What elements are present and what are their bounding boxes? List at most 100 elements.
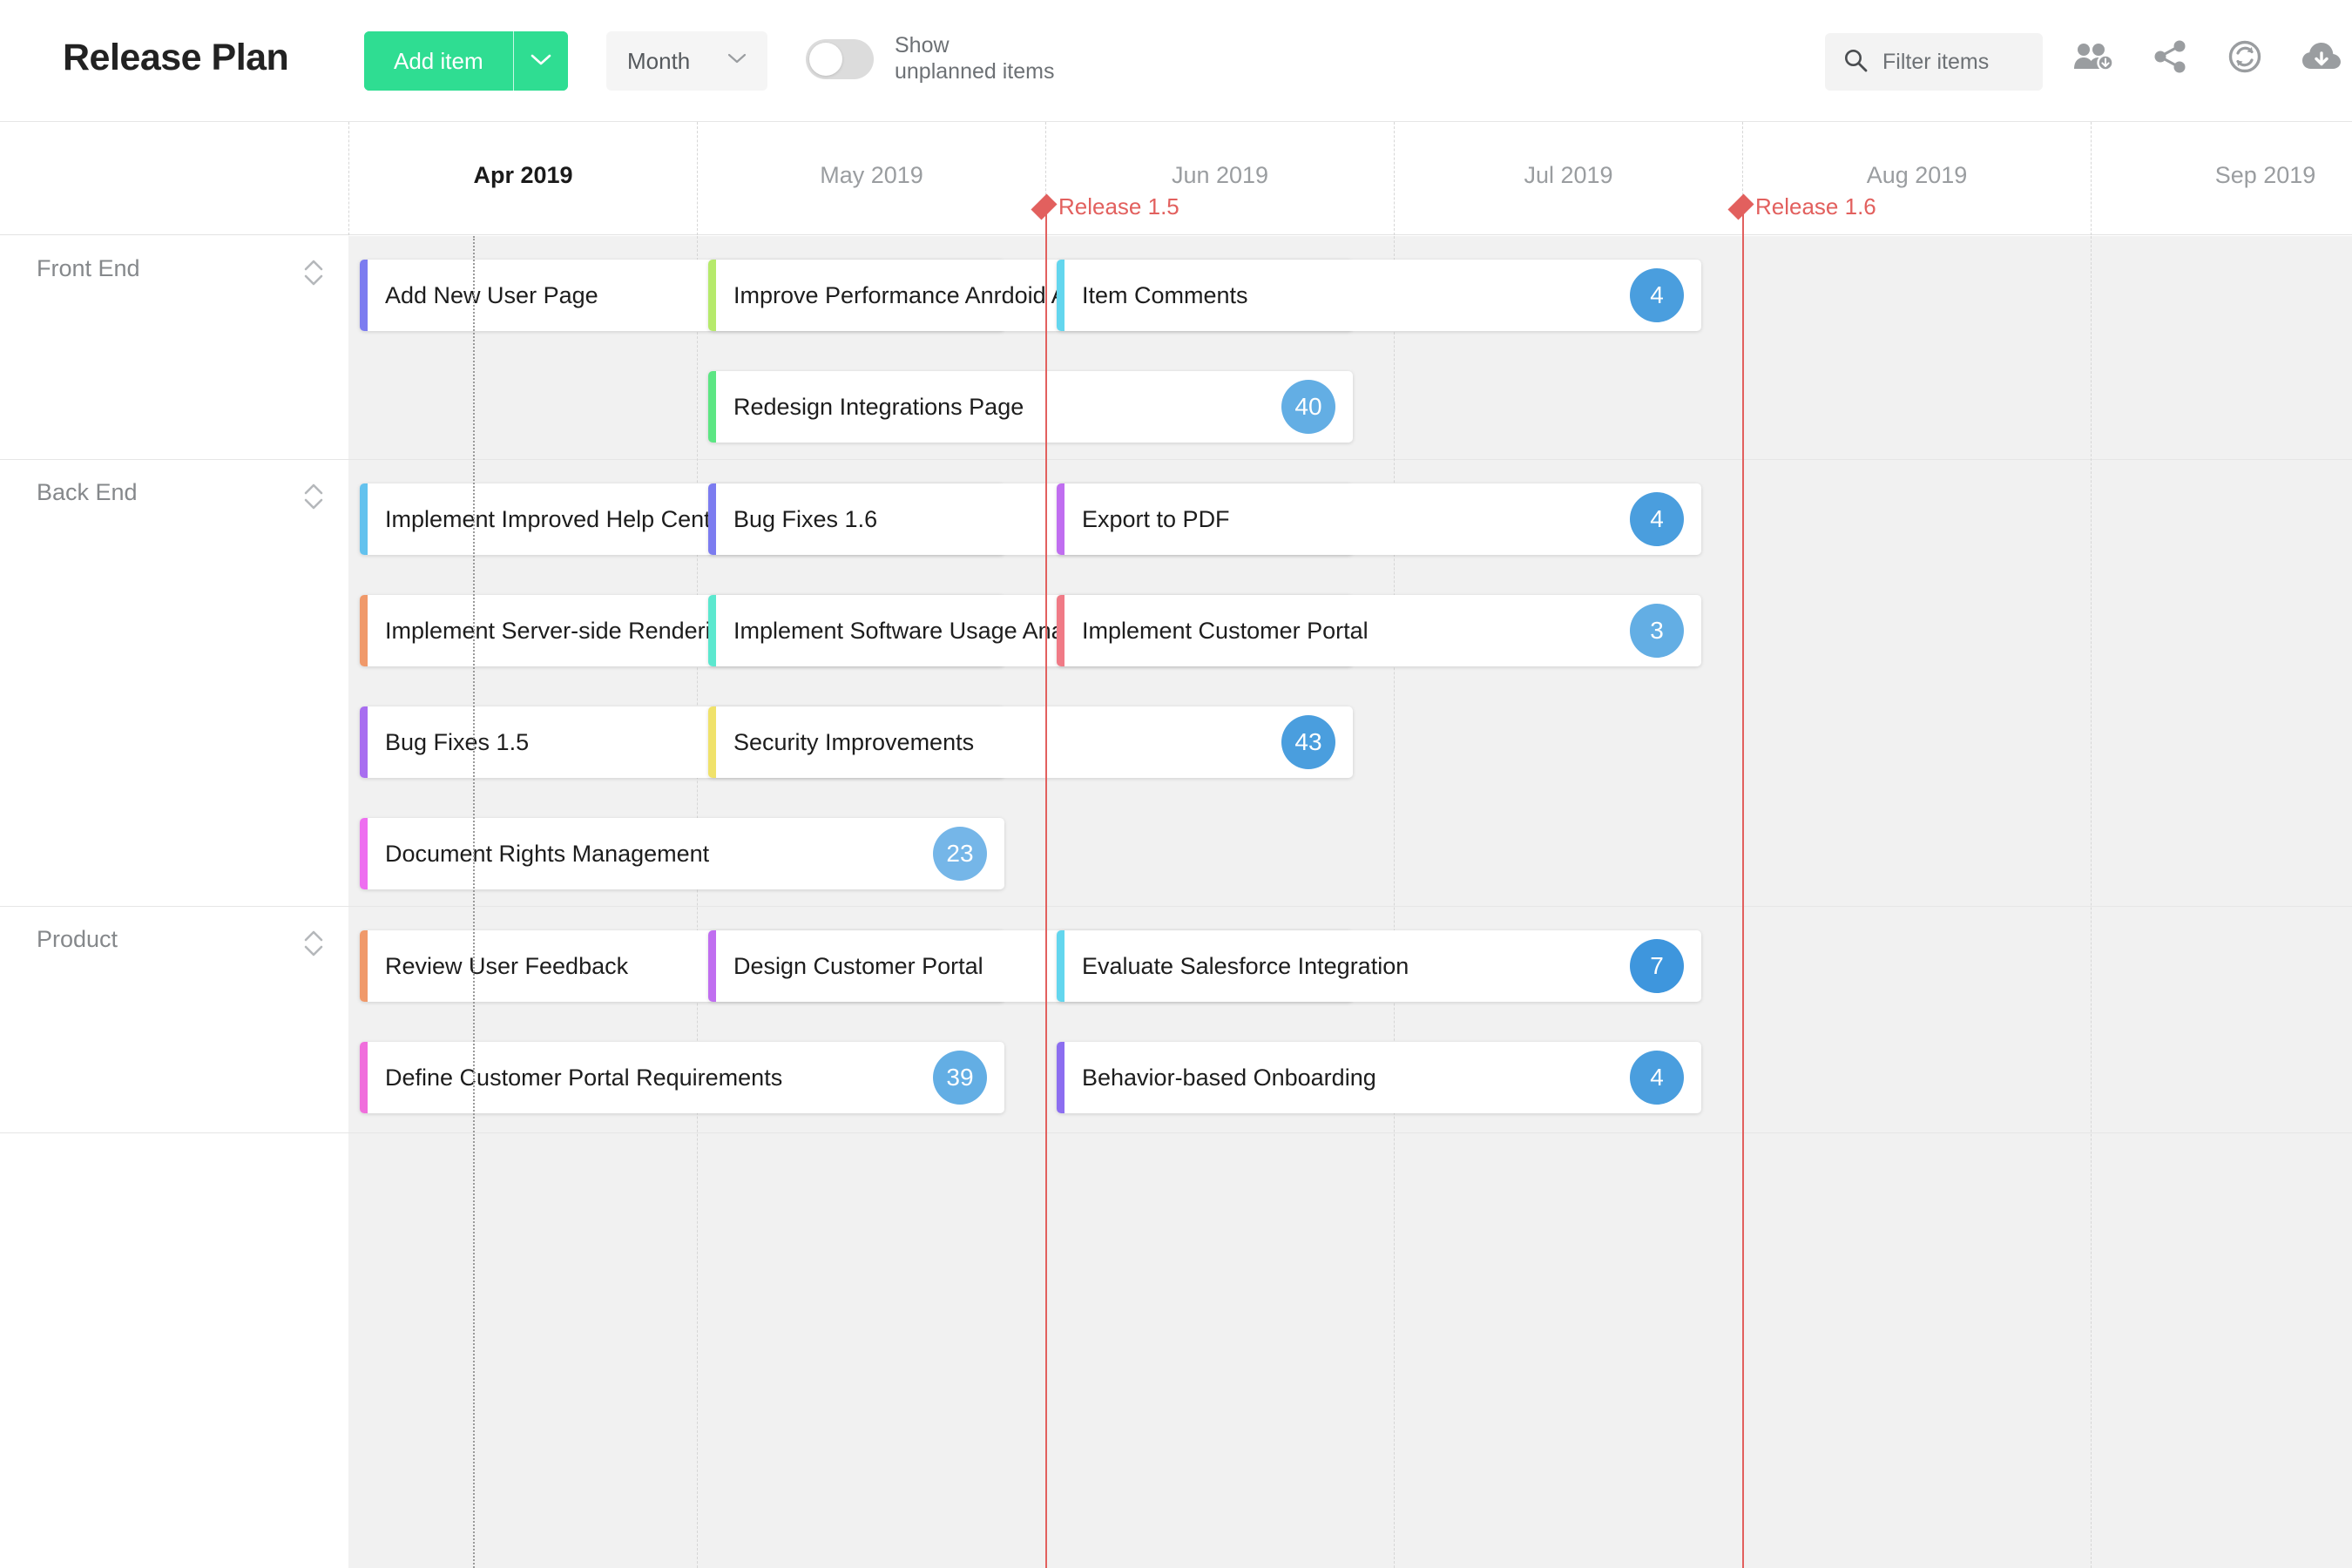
card-title: Improve Performance Anrdoid App [733,281,1093,308]
page-title: Release Plan [63,37,289,78]
release-marker[interactable]: Release 1.5 [1031,193,1179,220]
add-item-button-group: Add item [364,31,568,91]
timeline-month-header[interactable]: Jul 2019 [1394,122,1742,235]
timeline-card[interactable]: Define Customer Portal Requirements 39 [360,1042,1004,1113]
timeline-card[interactable]: Document Rights Management 23 [360,818,1004,889]
release-marker[interactable]: Release 1.6 [1727,193,1876,220]
card-title: Document Rights Management [385,840,710,867]
card-title: Implement Customer Portal [1082,617,1369,644]
card-progress-badge: 4 [1630,492,1684,546]
timeline-card[interactable]: Evaluate Salesforce Integration 7 [1057,930,1701,1002]
app-toolbar: Release Plan Add item Month Show unplann… [0,0,2352,122]
chevron-down-icon [531,54,551,69]
filter-items-input[interactable] [1882,49,2022,75]
timeline-card[interactable]: Security Improvements 43 [708,706,1353,778]
swimlane-label: Back End [37,479,138,505]
add-people-icon[interactable] [2073,39,2114,78]
add-item-dropdown-button[interactable] [513,31,568,91]
show-unplanned-toggle-group: Show unplanned items [806,33,1054,84]
sort-updown-icon[interactable] [301,255,327,294]
card-accent-bar [1057,483,1064,555]
card-title: Item Comments [1082,281,1248,308]
card-accent-bar [708,371,716,443]
column-divider [697,236,698,1568]
column-divider [1394,236,1395,1568]
timeline-card[interactable]: Implement Customer Portal 3 [1057,595,1701,666]
timeline-month-header[interactable]: Sep 2019 [2091,122,2352,235]
filter-items-box[interactable] [1825,33,2043,91]
share-icon[interactable] [2152,38,2188,79]
card-accent-bar [708,483,716,555]
release-label: Release 1.5 [1058,193,1179,220]
column-divider [2091,236,2092,1568]
card-accent-bar [1057,930,1064,1002]
card-title: Bug Fixes 1.6 [733,505,878,532]
card-accent-bar [360,595,368,666]
month-label: Aug 2019 [1866,161,1968,188]
card-title: Bug Fixes 1.5 [385,728,530,755]
show-unplanned-label: Show unplanned items [895,33,1055,84]
timeline-card[interactable]: Export to PDF 4 [1057,483,1701,555]
release-label: Release 1.6 [1755,193,1876,220]
card-progress-badge: 3 [1630,604,1684,658]
toolbar-icon-group [2073,38,2342,79]
swimlane-row: Back EndImplement Improved Help Center65… [0,460,2352,907]
card-accent-bar [360,706,368,778]
search-icon [1842,47,1869,78]
timeline-month-header[interactable]: May 2019 [697,122,1045,235]
card-accent-bar [360,483,368,555]
card-accent-bar [360,930,368,1002]
cloud-download-icon[interactable] [2301,40,2342,78]
timeline-grid: Front EndAdd New User Page43Improve Perf… [0,236,2352,1568]
card-progress-badge: 4 [1630,1051,1684,1105]
zoom-level-select[interactable]: Month [606,31,767,91]
release-line [1045,209,1047,1568]
card-title: Export to PDF [1082,505,1230,532]
timeline-card[interactable]: Redesign Integrations Page 40 [708,371,1353,443]
card-title: Evaluate Salesforce Integration [1082,952,1409,979]
card-title: Implement Server-side Rendering [385,617,737,644]
card-accent-bar [360,818,368,889]
card-title: Design Customer Portal [733,952,983,979]
timeline-month-header[interactable]: Apr 2019 [348,122,697,235]
card-title: Add New User Page [385,281,598,308]
card-accent-bar [1057,1042,1064,1113]
card-accent-bar [708,260,716,331]
add-item-button[interactable]: Add item [364,31,513,91]
card-accent-bar [708,595,716,666]
release-line [1742,209,1744,1568]
card-title: Define Customer Portal Requirements [385,1064,783,1091]
swimlane-label: Product [37,926,118,952]
month-label: Jun 2019 [1171,161,1269,188]
card-progress-badge: 7 [1630,939,1684,993]
month-label: Sep 2019 [2214,161,2316,188]
card-progress-badge: 40 [1281,380,1335,434]
today-line [473,236,475,1568]
card-progress-badge: 4 [1630,268,1684,322]
swimlane-row: ProductReview User Feedback70Define Cust… [0,907,2352,1133]
show-unplanned-toggle[interactable] [806,38,874,79]
timeline-card[interactable]: Item Comments 4 [1057,260,1701,331]
month-label: May 2019 [820,161,923,188]
card-progress-badge: 39 [933,1051,987,1105]
month-label: Apr 2019 [473,161,573,188]
card-accent-bar [360,260,368,331]
month-label: Jul 2019 [1524,161,1613,188]
card-title: Review User Feedback [385,952,629,979]
card-accent-bar [708,706,716,778]
card-title: Implement Improved Help Center [385,505,732,532]
toggle-knob [809,42,842,76]
chevron-down-icon [727,53,747,69]
card-accent-bar [1057,595,1064,666]
divider [512,31,514,91]
sync-icon[interactable] [2227,38,2263,79]
timeline-card[interactable]: Behavior-based Onboarding 4 [1057,1042,1701,1113]
card-progress-badge: 23 [933,827,987,881]
sort-updown-icon[interactable] [301,926,327,965]
card-progress-badge: 43 [1281,715,1335,769]
sort-updown-icon[interactable] [301,479,327,518]
card-accent-bar [360,1042,368,1113]
zoom-level-value: Month [627,47,691,74]
swimlane-row: Front EndAdd New User Page43Improve Perf… [0,236,2352,460]
card-title: Security Improvements [733,728,975,755]
